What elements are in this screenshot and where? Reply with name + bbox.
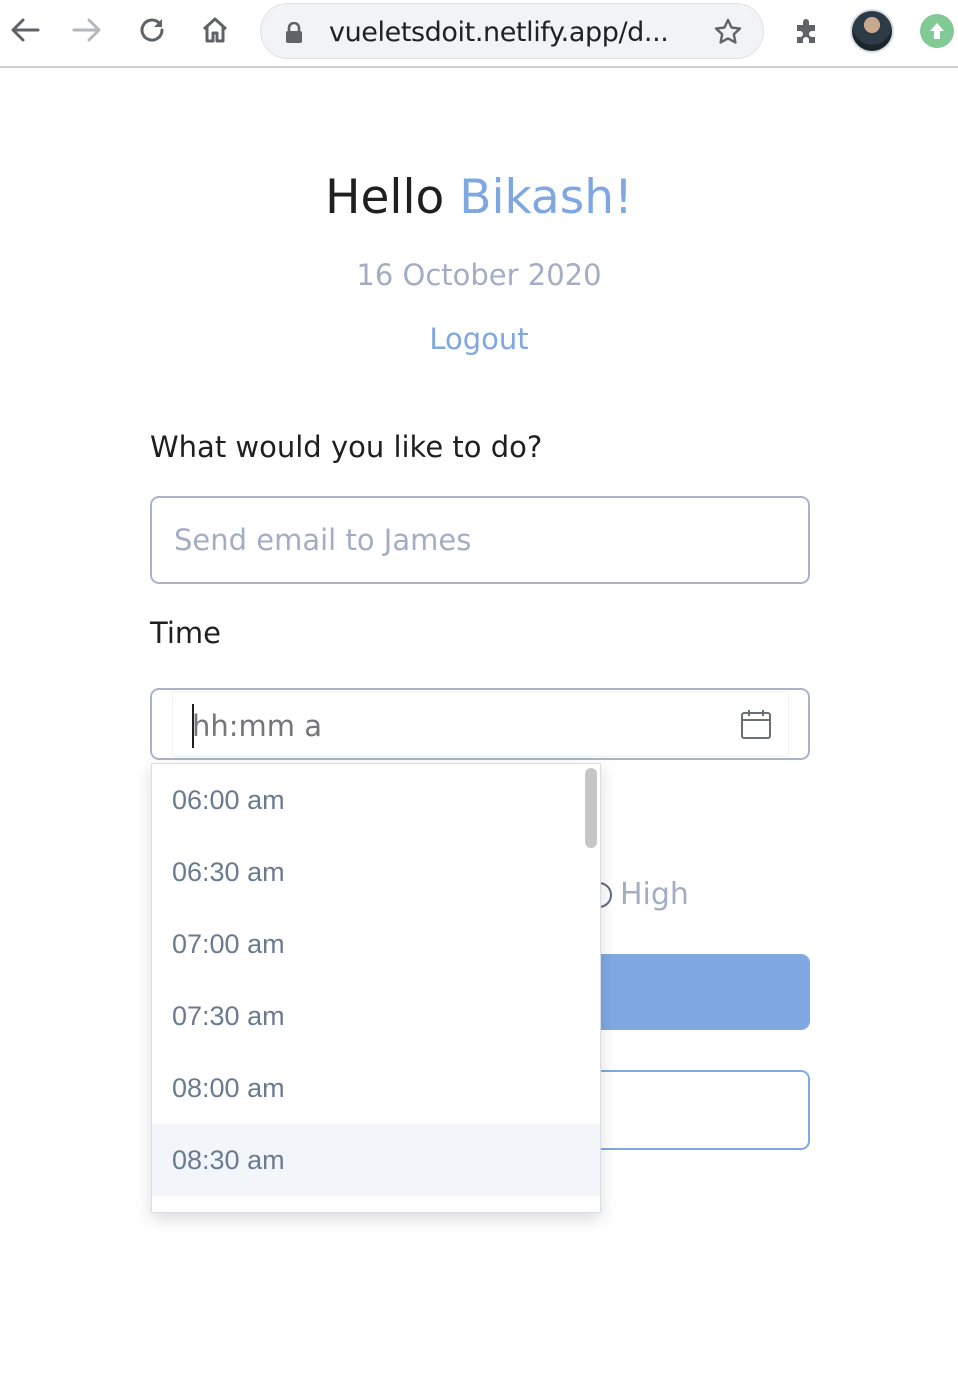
username: Bikash! [459,170,633,225]
task-input[interactable] [150,496,810,584]
url-text[interactable]: vueletsdoit.netlify.app/d... [329,17,669,48]
logout-link[interactable]: Logout [0,322,958,356]
lock-icon[interactable] [285,21,303,48]
back-arrow-icon[interactable] [8,13,42,47]
greeting-text: Hello [325,170,460,225]
time-option[interactable]: 07:00 am [152,908,600,980]
update-arrow-icon[interactable] [920,14,954,48]
text-caret [192,704,194,748]
time-input[interactable] [192,704,712,748]
dropdown-scrollbar[interactable] [585,768,597,848]
time-option[interactable]: 07:30 am [152,980,600,1052]
current-date: 16 October 2020 [356,258,602,292]
browser-toolbar: vueletsdoit.netlify.app/d... [0,0,958,68]
calendar-icon[interactable] [740,708,772,744]
priority-high-label: High [620,877,689,912]
profile-avatar[interactable] [850,9,894,53]
extensions-puzzle-icon[interactable] [790,13,824,47]
task-label: What would you like to do? [150,430,543,464]
time-picker[interactable] [150,688,810,760]
time-dropdown[interactable]: 06:00 am 06:30 am 07:00 am 07:30 am 08:0… [151,763,601,1213]
greeting-heading: Hello Bikash! [0,170,958,225]
reload-icon[interactable] [135,13,169,47]
forward-arrow-icon[interactable] [70,13,104,47]
time-option[interactable]: 08:00 am [152,1052,600,1124]
time-label: Time [150,616,221,650]
time-option[interactable]: 06:30 am [152,836,600,908]
time-option-highlighted[interactable]: 08:30 am [152,1124,600,1196]
home-icon[interactable] [198,13,232,47]
address-bar[interactable]: vueletsdoit.netlify.app/d... [260,3,764,59]
star-icon[interactable] [713,17,743,51]
time-option[interactable]: 06:00 am [152,764,600,836]
